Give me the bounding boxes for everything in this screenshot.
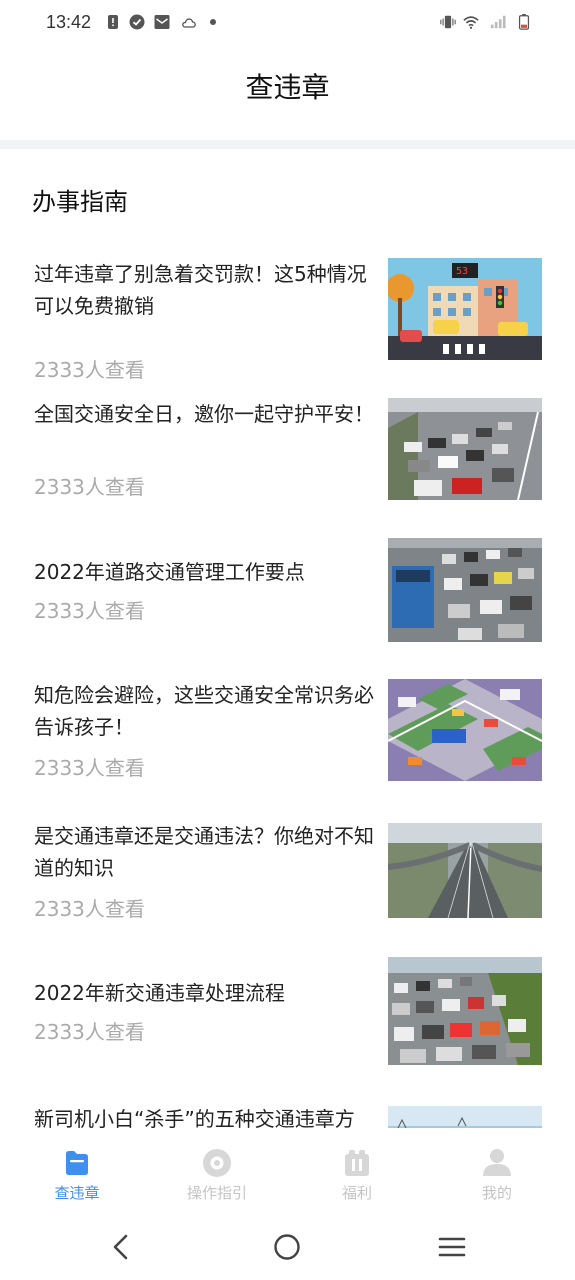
article-item[interactable]: 2022年新交通违章处理流程 2333人查看 (0, 957, 575, 1082)
folder-icon (66, 1151, 88, 1175)
bottom-tab-bar: 查违章 操作指引 福利 我的 (0, 1128, 575, 1210)
tab-label: 查违章 (54, 1184, 100, 1202)
article-title: 2022年新交通违章处理流程 (34, 981, 285, 1005)
article-title: 是交通违章还是交通违法？你绝对不知道的知识 (34, 824, 374, 880)
status-bar: 13:42 (0, 0, 575, 48)
article-views: 2333人查看 (34, 358, 145, 382)
article-list[interactable]: 过年违章了别急着交罚款！这5种情况可以免费撤销 2333人查看 53 全国交通安… (0, 235, 575, 1128)
alert-icon (108, 15, 118, 29)
divider-band (0, 140, 575, 149)
article-thumbnail (388, 1106, 542, 1128)
gift-icon (345, 1150, 369, 1176)
system-navigation-bar (0, 1210, 575, 1280)
menu-icon[interactable] (437, 1232, 467, 1262)
tab-profile[interactable]: 我的 (427, 1128, 567, 1210)
signal-icon (490, 15, 506, 29)
article-views: 2333人查看 (34, 475, 145, 499)
tab-label: 操作指引 (186, 1184, 247, 1202)
article-views: 2333人查看 (34, 756, 145, 780)
tab-label: 我的 (481, 1184, 512, 1202)
article-title: 过年违章了别急着交罚款！这5种情况可以免费撤销 (34, 262, 367, 318)
home-circle-icon[interactable] (272, 1232, 302, 1262)
sky-photo (388, 1106, 542, 1128)
article-thumbnail (388, 823, 542, 918)
disc-icon (203, 1149, 231, 1177)
article-title: 新司机小白“杀手”的五种交通违章方 (34, 1107, 355, 1128)
article-thumbnail (388, 538, 542, 642)
status-time: 13:42 (46, 12, 92, 32)
battery-icon (518, 14, 530, 30)
article-thumbnail (388, 679, 542, 781)
traffic-jam-photo (388, 398, 542, 500)
title-bar: 查违章 (0, 48, 575, 140)
vibrate-icon (440, 15, 456, 29)
wifi-icon (463, 16, 479, 29)
dot-icon (210, 19, 216, 25)
tab-benefits[interactable]: 福利 (287, 1128, 427, 1210)
city-street-illustration: 53 (388, 258, 542, 360)
article-thumbnail (388, 957, 542, 1065)
person-icon (483, 1149, 511, 1176)
mail-icon (154, 15, 170, 29)
article-thumbnail (388, 398, 542, 500)
article-item[interactable]: 新司机小白“杀手”的五种交通违章方 (0, 1103, 575, 1128)
article-views: 2333人查看 (34, 599, 145, 623)
article-views: 2333人查看 (34, 1020, 145, 1044)
congested-road-photo (388, 957, 542, 1065)
article-item[interactable]: 全国交通安全日，邀你一起守护平安！ 2333人查看 (0, 398, 575, 523)
article-title: 知危险会避险，这些交通安全常识务必告诉孩子！ (34, 683, 374, 739)
back-icon[interactable] (107, 1232, 137, 1262)
section-title: 办事指南 (32, 188, 128, 216)
tab-operation-guide[interactable]: 操作指引 (147, 1128, 287, 1210)
article-title: 全国交通安全日，邀你一起守护平安！ (34, 402, 374, 426)
check-circle-icon (129, 14, 145, 30)
article-item[interactable]: 2022年道路交通管理工作要点 2333人查看 (0, 538, 575, 663)
article-title: 2022年道路交通管理工作要点 (34, 560, 305, 584)
page-title: 查违章 (245, 71, 330, 104)
bus-traffic-photo (388, 538, 542, 642)
article-item[interactable]: 知危险会避险，这些交通安全常识务必告诉孩子！ 2333人查看 (0, 679, 575, 804)
cloud-icon (182, 18, 196, 28)
tab-label: 福利 (341, 1184, 372, 1202)
article-item[interactable]: 过年违章了别急着交罚款！这5种情况可以免费撤销 2333人查看 53 (0, 258, 575, 383)
svg-text:53: 53 (456, 266, 468, 277)
highway-aerial-photo (388, 823, 542, 918)
article-item[interactable]: 是交通违章还是交通违法？你绝对不知道的知识 2333人查看 (0, 820, 575, 945)
article-thumbnail: 53 (388, 258, 542, 360)
tab-check-violations[interactable]: 查违章 (7, 1128, 147, 1210)
isometric-intersection-illustration (388, 679, 542, 781)
article-views: 2333人查看 (34, 897, 145, 921)
